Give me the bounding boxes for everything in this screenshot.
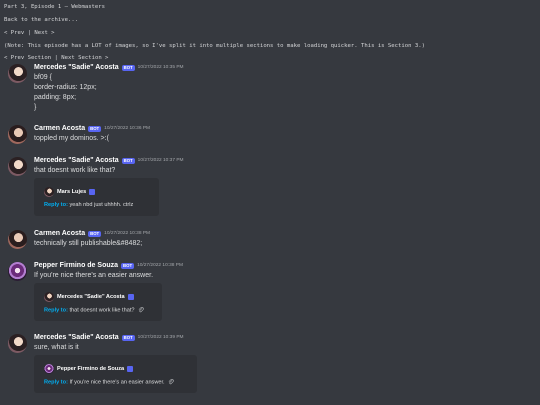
verified-badge-icon: [127, 294, 134, 300]
chat-message: Carmen Acosta BOT 10/27/2022 10:36 PM to…: [6, 125, 526, 150]
message-line: toppled my dominos. >:(: [34, 135, 109, 142]
back-to-archive-link[interactable]: Back to the archive...: [4, 17, 78, 23]
chat-log: Mercedes "Sadie" Acosta BOT 10/27/2022 1…: [0, 64, 540, 405]
avatar[interactable]: [8, 64, 27, 83]
message-line: border-radius: 12px;: [34, 84, 97, 91]
message-line: that doesnt work like that?: [34, 167, 116, 174]
nav-separator: |: [27, 30, 31, 36]
section-nav: < Prev Section | Next Section >: [4, 55, 108, 61]
avatar[interactable]: [8, 262, 27, 281]
author-name[interactable]: Pepper Firmino de Souza: [34, 262, 118, 269]
bot-badge: BOT: [121, 334, 135, 341]
author-name[interactable]: Mercedes "Sadie" Acosta: [34, 334, 119, 341]
timestamp: 10/27/2022 10:38 PM: [137, 263, 183, 268]
timestamp: 10/27/2022 10:35 PM: [137, 65, 184, 70]
timestamp: 10/27/2022 10:37 PM: [137, 158, 184, 163]
avatar[interactable]: [8, 125, 27, 144]
message-line: technically still publishable&#8482;: [34, 240, 143, 247]
reply-text: If you're nice there's an easier answer.: [69, 379, 165, 386]
chat-message: Mercedes "Sadie" Acosta BOT 10/27/2022 1…: [6, 334, 526, 402]
avatar[interactable]: [8, 334, 27, 353]
message-line: padding: 8px;: [34, 94, 77, 101]
author-name[interactable]: Carmen Acosta: [34, 125, 85, 132]
verified-badge-icon: [89, 189, 96, 195]
next-link[interactable]: Next >: [34, 30, 54, 36]
reply-embed[interactable]: Mars Lujes Reply to: yeah nbd just uhhhh…: [34, 178, 159, 216]
episode-nav: < Prev | Next >: [4, 30, 55, 36]
chat-message: Mercedes "Sadie" Acosta BOT 10/27/2022 1…: [6, 64, 526, 120]
reply-to-label: Reply to:: [44, 307, 68, 314]
avatar[interactable]: [8, 230, 27, 249]
chat-message: Mercedes "Sadie" Acosta BOT 10/27/2022 1…: [6, 157, 526, 225]
reply-text: yeah nbd just uhhhh. ctrlz: [69, 202, 134, 208]
embed-avatar: [44, 292, 54, 302]
verified-badge-icon: [127, 366, 134, 372]
chat-message: Carmen Acosta BOT 10/27/2022 10:38 PM te…: [6, 230, 526, 255]
prev-link[interactable]: < Prev: [4, 30, 24, 36]
prev-section-link[interactable]: < Prev Section: [4, 55, 51, 61]
embed-author[interactable]: Mercedes "Sadie" Acosta: [57, 294, 125, 300]
author-name[interactable]: Carmen Acosta: [34, 230, 85, 237]
embed-author[interactable]: Pepper Firmino de Souza: [57, 366, 124, 372]
section-nav-separator: |: [54, 55, 58, 61]
message-line: bf09 {: [34, 74, 52, 81]
embed-avatar: [44, 187, 54, 197]
reply-embed[interactable]: Mercedes "Sadie" Acosta Reply to: that d…: [34, 283, 162, 321]
bot-badge: BOT: [88, 125, 102, 132]
paperclip-icon: [138, 307, 144, 314]
message-line: }: [34, 104, 37, 111]
paperclip-icon: [168, 379, 174, 386]
chat-message: Pepper Firmino de Souza BOT 10/27/2022 1…: [6, 262, 526, 330]
avatar[interactable]: [8, 157, 27, 176]
embed-author[interactable]: Mars Lujes: [57, 189, 86, 195]
page-header: Part 3, Episode 1 — Webmasters Back to t…: [0, 0, 540, 64]
reply-to-label: Reply to:: [44, 202, 68, 208]
bot-badge: BOT: [88, 230, 102, 237]
timestamp: 10/27/2022 10:36 PM: [104, 126, 151, 131]
reply-embed[interactable]: Pepper Firmino de Souza Reply to: If you…: [34, 355, 197, 393]
message-line: If you're nice there's an easier answer.: [34, 272, 154, 279]
bot-badge: BOT: [121, 64, 135, 71]
author-name[interactable]: Mercedes "Sadie" Acosta: [34, 157, 119, 164]
timestamp: 10/27/2022 10:38 PM: [104, 231, 151, 236]
section-note: (Note: This episode has a LOT of images,…: [4, 43, 425, 49]
embed-avatar: [44, 364, 54, 374]
page-title: Part 3, Episode 1 — Webmasters: [4, 4, 106, 10]
author-name[interactable]: Mercedes "Sadie" Acosta: [34, 64, 119, 71]
reply-to-label: Reply to:: [44, 379, 68, 386]
bot-badge: BOT: [121, 262, 135, 269]
bot-badge: BOT: [121, 157, 135, 164]
timestamp: 10/27/2022 10:39 PM: [137, 335, 184, 340]
next-section-link[interactable]: Next Section >: [61, 55, 108, 61]
reply-text: that doesnt work like that?: [69, 307, 135, 314]
message-line: sure, what is it: [34, 344, 79, 351]
